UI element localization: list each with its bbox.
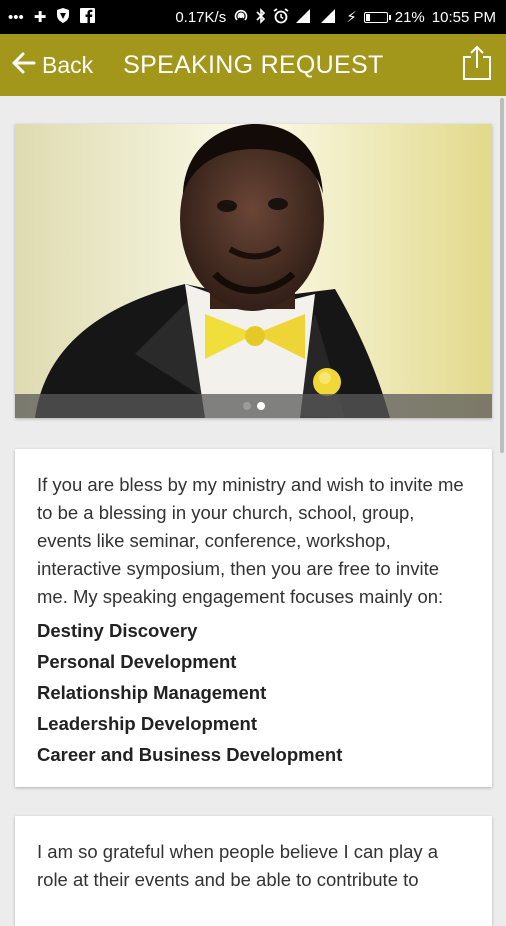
carousel-dot-active[interactable] (256, 402, 265, 410)
facebook-icon (80, 8, 96, 26)
clock: 10:55 PM (431, 8, 496, 26)
share-icon (462, 45, 492, 86)
topic-item: Career and Business Development (37, 744, 343, 765)
alarm-icon (273, 7, 289, 27)
hotspot-icon (233, 8, 249, 27)
back-label: Back (42, 51, 94, 78)
app-bar: Back SPEAKING REQUEST (0, 34, 506, 96)
arrow-left-icon (10, 50, 36, 81)
plus-icon: ✚ (33, 8, 47, 26)
network-speed: 0.17K/s (175, 8, 227, 26)
page-title: SPEAKING REQUEST (123, 50, 384, 79)
back-button[interactable]: Back (0, 50, 93, 81)
charging-icon: ⚡ (346, 8, 357, 26)
intro-card: If you are bless by my ministry and wish… (15, 449, 492, 787)
carousel-dot[interactable] (242, 402, 251, 410)
status-bar: ••• ✚ 0.17K/s ⚡ 21% 10:55 PM (0, 0, 506, 34)
topic-item: Relationship Management (37, 682, 267, 703)
carousel-indicator (15, 394, 492, 418)
bluetooth-icon (256, 7, 266, 27)
status-right: 0.17K/s ⚡ 21% 10:55 PM (175, 7, 506, 27)
status-left: ••• ✚ (0, 8, 96, 26)
gratitude-paragraph: I am so grateful when people believe I c… (37, 841, 439, 890)
scrollbar[interactable] (500, 98, 504, 453)
shield-icon (56, 8, 70, 26)
more-notifications-icon: ••• (8, 8, 24, 26)
share-button[interactable] (460, 45, 494, 85)
topic-item: Personal Development (37, 651, 237, 672)
topic-item: Destiny Discovery (37, 620, 198, 641)
signal-1-icon (296, 8, 314, 26)
topic-item: Leadership Development (37, 713, 258, 734)
gratitude-card: I am so grateful when people believe I c… (15, 816, 492, 926)
battery-icon (363, 11, 391, 23)
image-carousel[interactable] (15, 124, 492, 418)
speaker-photo (15, 124, 492, 418)
intro-paragraph: If you are bless by my ministry and wish… (37, 474, 464, 607)
topic-list: Destiny Discovery Personal Development R… (37, 615, 470, 770)
signal-2-icon (321, 8, 339, 26)
battery-percent: 21% (394, 8, 425, 26)
